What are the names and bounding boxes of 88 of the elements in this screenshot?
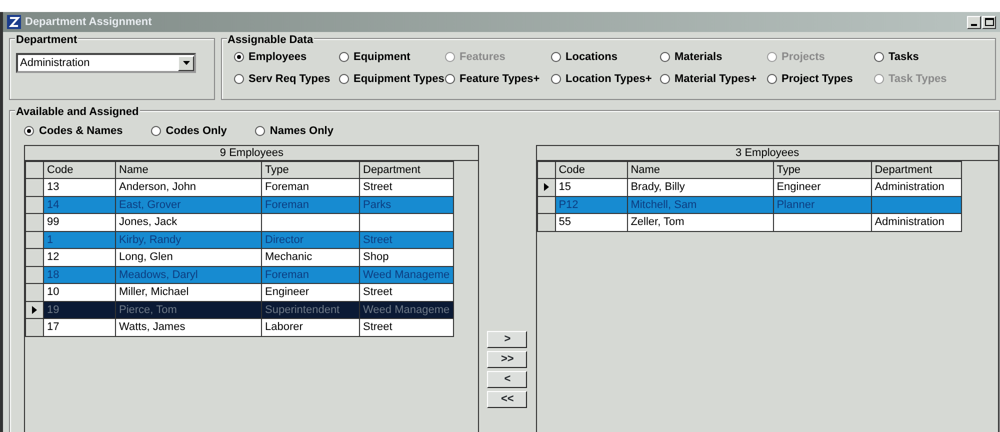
table-cell: Jones, Jack <box>119 216 178 228</box>
table-cell: Superintendent <box>265 304 340 316</box>
table-row[interactable]: 55 Zeller, Tom Administration <box>537 214 962 231</box>
window-title: Department Assignment <box>25 14 152 30</box>
table-cell: 1 <box>47 234 54 246</box>
table-cell: Planner <box>776 198 815 210</box>
table-cell: Mitchell, Sam <box>630 198 697 210</box>
table-cell: East, Grover <box>119 198 181 210</box>
table-cell: Pierce, Tom <box>119 304 177 316</box>
table-cell: 17 <box>47 321 60 333</box>
radio-button[interactable]: Materials <box>660 49 766 66</box>
table-cell: Engineer <box>265 286 310 298</box>
group-label: Department <box>15 32 78 48</box>
table-cell: Street <box>363 321 392 333</box>
move-button[interactable]: >> <box>487 350 528 368</box>
table-row[interactable]: 19 Pierce, Tom Superintendent Weed Manageme <box>26 301 454 318</box>
table-cell: 13 <box>47 181 60 193</box>
table-cell: Foreman <box>265 181 310 193</box>
table-row[interactable]: 10 Miller, Michael Engineer Street <box>26 284 454 301</box>
radio-button[interactable]: Codes & Names <box>24 123 123 140</box>
radio-button[interactable]: Equipment Types <box>338 70 444 87</box>
radio-button[interactable]: Location Types+ <box>550 70 660 87</box>
table-cell: Zeller, Tom <box>630 216 684 228</box>
table-cell: Brady, Billy <box>630 181 685 193</box>
column-header[interactable]: Code <box>44 161 116 178</box>
radio-button[interactable]: Equipment <box>338 49 444 66</box>
table-cell: Foreman <box>265 198 310 210</box>
move-button[interactable]: << <box>487 390 528 408</box>
table-cell: 99 <box>47 216 60 228</box>
maximize-button[interactable] <box>982 16 996 28</box>
table-cell: 18 <box>47 268 60 280</box>
table-cell: Shop <box>363 251 389 263</box>
radio-button[interactable]: Locations <box>550 49 660 66</box>
table-cell: Anderson, John <box>119 181 196 193</box>
table-row[interactable]: 99 Jones, Jack <box>26 214 454 231</box>
move-button[interactable]: > <box>487 330 528 348</box>
table-cell: Kirby, Randy <box>119 234 182 246</box>
table-cell: Street <box>363 286 392 298</box>
table-cell: Foreman <box>265 268 310 280</box>
table-cell: Laborer <box>265 321 303 333</box>
column-header[interactable]: Code <box>555 161 628 178</box>
table-cell: Mechanic <box>265 251 312 263</box>
table-cell: Administration <box>874 216 944 228</box>
dropdown-arrow-icon <box>182 61 190 65</box>
table-row[interactable]: 17 Watts, James Laborer Street <box>26 318 454 336</box>
table-row[interactable]: 13 Anderson, John Foreman Street <box>26 178 454 196</box>
table-cell: 15 <box>558 181 571 193</box>
table-cell: 10 <box>47 286 60 298</box>
radio-button[interactable]: Serv Req Types <box>234 70 338 87</box>
table-cell: Street <box>363 234 392 246</box>
table-cell: P12 <box>558 198 578 210</box>
table-row[interactable]: 15 Brady, Billy Engineer Administration <box>537 178 962 196</box>
table-cell: Watts, James <box>119 321 186 333</box>
column-header[interactable]: Department <box>871 161 962 178</box>
table-cell: Director <box>265 234 304 246</box>
department-dropdown[interactable]: Administration <box>16 53 196 73</box>
column-header[interactable]: Type <box>773 161 872 178</box>
table-cell: Street <box>363 181 392 193</box>
table-cell: 19 <box>47 304 60 316</box>
group-label: Assignable Data <box>226 32 314 48</box>
radio-button[interactable]: Codes Only <box>150 123 227 140</box>
table-cell: Long, Glen <box>119 251 173 263</box>
table-cell: Weed Manageme <box>363 268 450 280</box>
table-cell: Meadows, Daryl <box>119 268 198 280</box>
radio-button[interactable]: Feature Types+ <box>444 70 550 87</box>
app-icon <box>7 15 21 29</box>
maximize-icon <box>984 18 994 26</box>
radio-button[interactable]: Project Types <box>766 70 874 87</box>
column-header[interactable]: Department <box>360 161 454 178</box>
column-header[interactable]: Name <box>627 161 774 178</box>
table-cell: 12 <box>47 251 60 263</box>
radio-button[interactable]: Employees <box>234 49 338 66</box>
move-button[interactable]: < <box>487 370 528 388</box>
table-cell: Parks <box>363 198 392 210</box>
radio-button[interactable]: Tasks <box>874 49 964 66</box>
table-cell: Administration <box>874 181 944 193</box>
minimize-button[interactable] <box>967 16 981 28</box>
group-label: Available and Assigned <box>15 104 140 120</box>
table-cell: Weed Manageme <box>363 304 450 316</box>
table-cell: Engineer <box>776 181 821 193</box>
radio-button[interactable]: Names Only <box>254 123 334 140</box>
column-header[interactable]: Name <box>116 161 262 178</box>
table-cell: 14 <box>47 198 60 210</box>
table-cell: 55 <box>558 216 571 228</box>
table-row[interactable]: 12 Long, Glen Mechanic Shop <box>26 248 454 266</box>
column-header[interactable]: Type <box>262 161 360 178</box>
radio-button[interactable]: Material Types+ <box>660 70 766 87</box>
table-cell: Miller, Michael <box>119 286 189 298</box>
